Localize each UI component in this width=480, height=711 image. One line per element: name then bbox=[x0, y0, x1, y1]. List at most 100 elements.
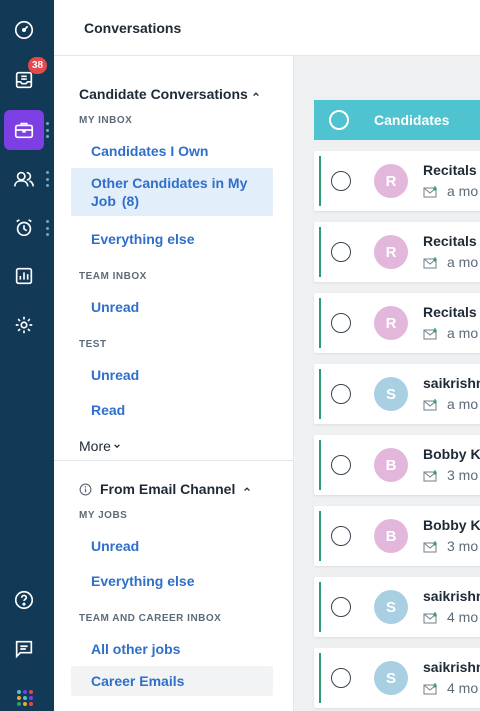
sidebar-item-team-unread[interactable]: Unread bbox=[71, 292, 273, 322]
apps-grid-icon[interactable] bbox=[17, 690, 33, 706]
last-message-time: 3 mo bbox=[447, 538, 479, 554]
email-received-icon bbox=[423, 612, 437, 624]
my-inbox-label: MY INBOX bbox=[79, 115, 133, 126]
last-message-time: 3 mo bbox=[447, 467, 479, 483]
email-channel-header[interactable]: From Email Channel bbox=[79, 481, 251, 497]
alarm-menu-dots[interactable] bbox=[45, 220, 49, 236]
people-menu-dots[interactable] bbox=[45, 171, 49, 187]
list-header: Candidates bbox=[314, 100, 480, 140]
test-label: TEST bbox=[79, 339, 107, 350]
chat-icon[interactable] bbox=[4, 629, 44, 669]
table-row[interactable]: Ssaikrishn a mo bbox=[314, 364, 480, 424]
table-row[interactable]: R Recitals a mo bbox=[314, 293, 480, 353]
more-label: More bbox=[79, 438, 111, 454]
avatar: B bbox=[374, 519, 408, 553]
row-status-bar bbox=[319, 440, 321, 490]
email-received-icon bbox=[423, 683, 437, 695]
chevron-down-icon bbox=[114, 444, 120, 449]
candidate-name: saikrishn bbox=[423, 659, 480, 675]
row-checkbox[interactable] bbox=[331, 526, 351, 546]
avatar: R bbox=[374, 306, 408, 340]
email-channel-title: From Email Channel bbox=[100, 481, 236, 497]
sidebar-item-test-read[interactable]: Read bbox=[71, 395, 273, 425]
avatar: S bbox=[374, 377, 408, 411]
candidate-name: saikrishn bbox=[423, 375, 480, 391]
candidate-name: Bobby Ki bbox=[423, 517, 480, 533]
avatar: R bbox=[374, 235, 408, 269]
candidate-name: Recitals bbox=[423, 162, 477, 178]
team-inbox-label: TEAM INBOX bbox=[79, 271, 147, 282]
sidebar-item-all-other-jobs[interactable]: All other jobs bbox=[71, 634, 273, 664]
sidebar-item-jobs-unread[interactable]: Unread bbox=[71, 531, 273, 561]
briefcase-icon[interactable] bbox=[4, 110, 44, 150]
sidebar-item-other-candidates[interactable]: Other Candidates in My Job (8) bbox=[71, 168, 273, 216]
sidebar-item-candidates-i-own[interactable]: Candidates I Own bbox=[71, 136, 273, 166]
last-message-time: 4 mo bbox=[447, 609, 479, 625]
row-checkbox[interactable] bbox=[331, 171, 351, 191]
last-message-time: 4 mo bbox=[447, 680, 479, 696]
sidebar-item-career-emails[interactable]: Career Emails bbox=[71, 666, 273, 696]
email-received-icon bbox=[423, 470, 437, 482]
dashboard-gauge-icon[interactable] bbox=[4, 10, 44, 50]
row-status-bar bbox=[319, 369, 321, 419]
table-row[interactable]: B Bobby Ki 3 mo bbox=[314, 435, 480, 495]
sidebar-item-label: Other Candidates in My Job bbox=[91, 175, 248, 209]
row-status-bar bbox=[319, 582, 321, 632]
candidate-name: Recitals bbox=[423, 304, 477, 320]
conversations-sidebar: Candidate Conversations MY INBOX Candida… bbox=[54, 56, 294, 711]
list-header-label: Candidates bbox=[374, 112, 450, 128]
page-title: Conversations bbox=[84, 20, 182, 36]
table-row[interactable]: R Recitals a mo bbox=[314, 151, 480, 211]
sidebar-item-jobs-everything-else[interactable]: Everything else bbox=[71, 566, 273, 596]
row-checkbox[interactable] bbox=[331, 384, 351, 404]
sidebar-item-count: (8) bbox=[121, 193, 140, 209]
my-jobs-label: MY JOBS bbox=[79, 510, 128, 521]
sidebar-item-test-unread[interactable]: Unread bbox=[71, 360, 273, 390]
briefcase-menu-dots[interactable] bbox=[45, 122, 49, 138]
row-status-bar bbox=[319, 298, 321, 348]
top-bar: Conversations bbox=[54, 0, 480, 56]
avatar: B bbox=[374, 448, 408, 482]
candidate-conversations-title: Candidate Conversations bbox=[79, 86, 248, 102]
last-message-time: a mo bbox=[447, 254, 479, 270]
candidate-name: Bobby Ki bbox=[423, 446, 480, 462]
email-received-icon bbox=[423, 257, 437, 269]
info-icon bbox=[79, 483, 92, 495]
row-checkbox[interactable] bbox=[331, 668, 351, 688]
email-received-icon bbox=[423, 328, 437, 340]
avatar: S bbox=[374, 590, 408, 624]
team-career-inbox-label: TEAM AND CAREER INBOX bbox=[79, 613, 222, 624]
last-message-time: a mo bbox=[447, 325, 479, 341]
alarm-clock-icon[interactable] bbox=[4, 208, 44, 248]
help-icon[interactable] bbox=[4, 580, 44, 620]
inbox-unread-badge: 38 bbox=[28, 57, 48, 74]
people-icon[interactable] bbox=[4, 159, 44, 199]
email-received-icon bbox=[423, 399, 437, 411]
row-status-bar bbox=[319, 511, 321, 561]
table-row[interactable]: B Bobby Ki 3 mo bbox=[314, 506, 480, 566]
conversation-list: Candidates R Recitals a mo R Recitals a mo R Re… bbox=[295, 56, 480, 711]
row-status-bar bbox=[319, 156, 321, 206]
avatar: S bbox=[374, 661, 408, 695]
row-status-bar bbox=[319, 227, 321, 277]
row-checkbox[interactable] bbox=[331, 242, 351, 262]
chevron-up-icon bbox=[252, 92, 259, 97]
select-all-checkbox[interactable] bbox=[329, 110, 349, 130]
row-checkbox[interactable] bbox=[331, 597, 351, 617]
row-checkbox[interactable] bbox=[331, 455, 351, 475]
table-row[interactable]: Ssaikrishn 4 mo bbox=[314, 577, 480, 637]
more-button[interactable]: More bbox=[79, 438, 121, 454]
report-chart-icon[interactable] bbox=[4, 256, 44, 296]
table-row[interactable]: R Recitals a mo bbox=[314, 222, 480, 282]
email-received-icon bbox=[423, 186, 437, 198]
avatar: R bbox=[374, 164, 408, 198]
settings-gear-icon[interactable] bbox=[4, 305, 44, 345]
table-row[interactable]: Ssaikrishn 4 mo bbox=[314, 648, 480, 708]
chevron-up-icon bbox=[244, 487, 251, 492]
last-message-time: a mo bbox=[447, 396, 479, 412]
row-checkbox[interactable] bbox=[331, 313, 351, 333]
email-received-icon bbox=[423, 541, 437, 553]
candidate-conversations-header[interactable]: Candidate Conversations bbox=[79, 86, 260, 102]
sidebar-item-everything-else[interactable]: Everything else bbox=[71, 224, 273, 254]
candidate-name: saikrishn bbox=[423, 588, 480, 604]
